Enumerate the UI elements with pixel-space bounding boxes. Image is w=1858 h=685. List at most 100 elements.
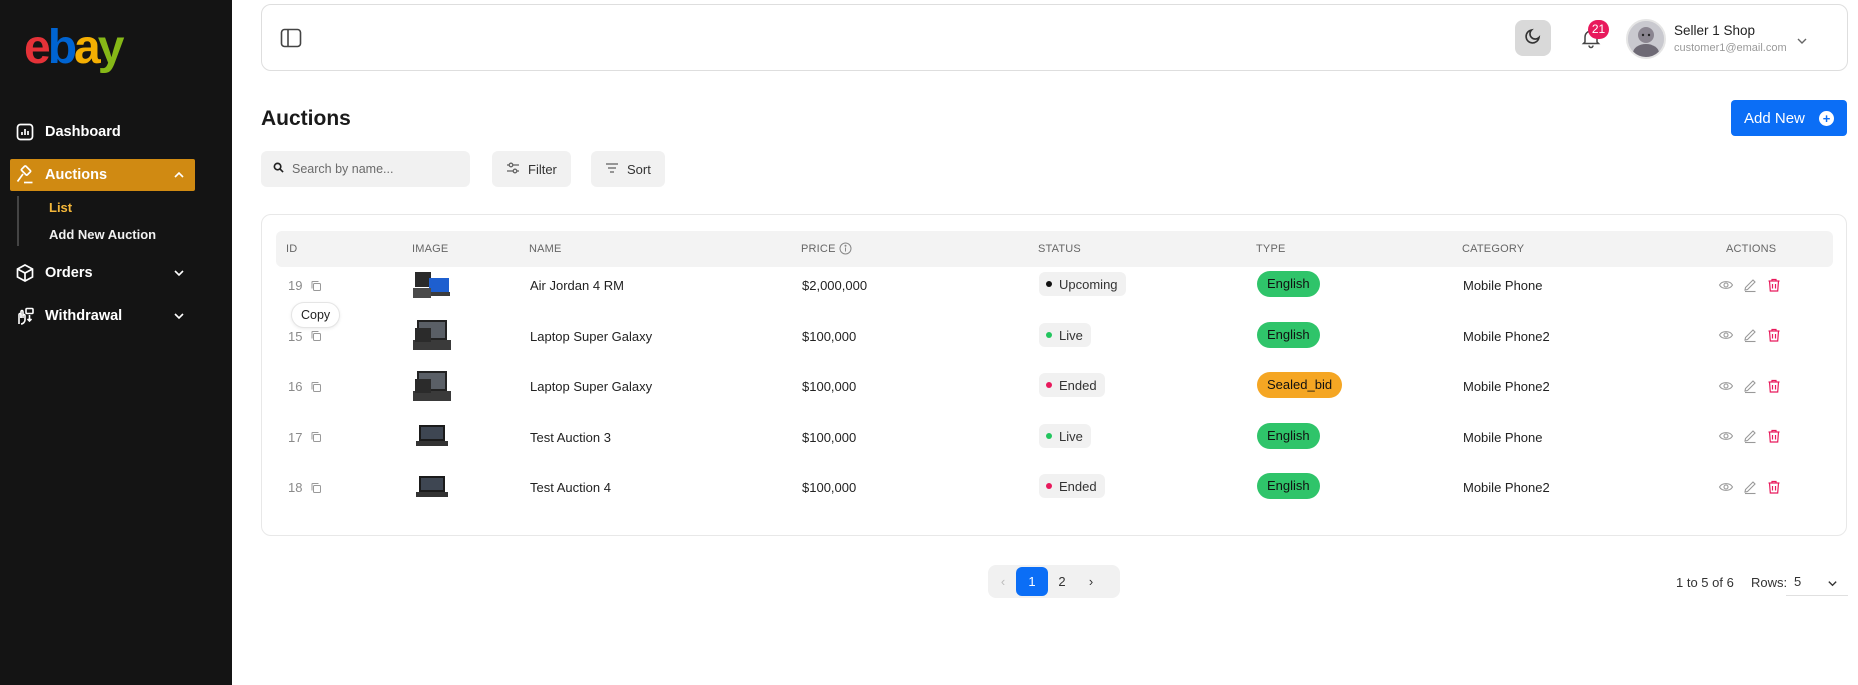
row-price: $100,000 bbox=[802, 329, 857, 344]
trash-icon[interactable] bbox=[1766, 378, 1782, 394]
sidebar-item-orders[interactable]: Orders bbox=[10, 257, 195, 289]
trash-icon[interactable] bbox=[1766, 327, 1782, 343]
status-label: Live bbox=[1059, 428, 1083, 444]
pencil-icon[interactable] bbox=[1742, 378, 1758, 394]
top-header: 21 Seller 1 Shop customer1@email.com bbox=[261, 4, 1848, 71]
column-header-id[interactable]: ID bbox=[286, 243, 297, 255]
status-badge: Upcoming bbox=[1039, 272, 1126, 296]
row-name: Test Auction 3 bbox=[530, 430, 611, 445]
pencil-icon[interactable] bbox=[1742, 327, 1758, 343]
product-thumbnail[interactable] bbox=[413, 369, 451, 405]
sidebar-item-label: Withdrawal bbox=[45, 308, 123, 324]
sidebar-item-withdrawal[interactable]: Withdrawal bbox=[10, 300, 195, 332]
plus-circle-icon: + bbox=[1819, 111, 1834, 126]
sliders-icon bbox=[506, 162, 528, 177]
logo-letter-b: b bbox=[47, 21, 77, 74]
sidebar-item-auctions[interactable]: Auctions bbox=[10, 159, 195, 191]
logo-letter-y: y bbox=[97, 21, 125, 74]
row-price: $2,000,000 bbox=[802, 278, 868, 293]
type-badge: English bbox=[1257, 473, 1320, 499]
column-header-type[interactable]: TYPE bbox=[1256, 243, 1286, 255]
next-page-button[interactable]: › bbox=[1080, 567, 1102, 596]
status-dot bbox=[1046, 281, 1052, 287]
add-new-button[interactable]: Add New + bbox=[1731, 100, 1847, 136]
status-dot bbox=[1046, 433, 1052, 439]
sidebar-item-dashboard[interactable]: Dashboard bbox=[10, 116, 195, 148]
trash-icon[interactable] bbox=[1766, 428, 1782, 444]
copy-icon[interactable] bbox=[310, 430, 322, 442]
row-price: $100,000 bbox=[802, 480, 857, 495]
pagination: ‹ 1 2 › bbox=[988, 565, 1120, 598]
column-header-status[interactable]: STATUS bbox=[1038, 243, 1081, 255]
copy-icon[interactable] bbox=[310, 329, 322, 341]
chevron-down-icon bbox=[1827, 577, 1838, 592]
sidebar: ebay Dashboard Auctions List Add New Auc… bbox=[0, 0, 232, 685]
ebay-logo[interactable]: ebay bbox=[24, 21, 125, 74]
sort-icon bbox=[605, 162, 627, 177]
row-category: Mobile Phone2 bbox=[1463, 480, 1550, 495]
page-1-button[interactable]: 1 bbox=[1016, 567, 1048, 596]
avatar[interactable] bbox=[1626, 19, 1666, 59]
pencil-icon[interactable] bbox=[1742, 277, 1758, 293]
row-id: 15 bbox=[288, 329, 303, 344]
add-new-label: Add New bbox=[1744, 109, 1805, 127]
product-thumbnail[interactable] bbox=[413, 470, 451, 506]
type-badge: English bbox=[1257, 271, 1320, 297]
status-badge: Live bbox=[1039, 424, 1091, 448]
product-thumbnail[interactable] bbox=[413, 318, 451, 354]
row-name: Laptop Super Galaxy bbox=[530, 379, 653, 394]
sidebar-subitem-list[interactable]: List bbox=[49, 200, 72, 215]
auctions-table: ID IMAGE NAME PRICE STATUS TYPE CATEGORY… bbox=[261, 214, 1847, 536]
logo-letter-a: a bbox=[74, 21, 101, 74]
page-2-button[interactable]: 2 bbox=[1050, 567, 1074, 596]
pencil-icon[interactable] bbox=[1742, 428, 1758, 444]
trash-icon[interactable] bbox=[1766, 479, 1782, 495]
table-row: 18 Test Auction 4 $100,000 Ended English… bbox=[262, 462, 1848, 512]
status-dot bbox=[1046, 332, 1052, 338]
product-thumbnail[interactable] bbox=[413, 419, 451, 455]
column-header-price[interactable]: PRICE bbox=[801, 243, 836, 255]
copy-icon[interactable] bbox=[310, 279, 322, 291]
filter-button[interactable]: Filter bbox=[492, 151, 571, 187]
dashboard-icon bbox=[14, 121, 36, 143]
copy-icon[interactable] bbox=[310, 380, 322, 392]
type-badge: English bbox=[1257, 423, 1320, 449]
status-dot bbox=[1046, 483, 1052, 489]
eye-icon[interactable] bbox=[1718, 327, 1734, 343]
logo-letter-e: e bbox=[24, 21, 51, 74]
chevron-down-icon[interactable] bbox=[1796, 34, 1808, 52]
row-category: Mobile Phone2 bbox=[1463, 329, 1550, 344]
sidebar-subitem-add-new-auction[interactable]: Add New Auction bbox=[49, 227, 156, 242]
chevron-down-icon bbox=[173, 266, 185, 284]
eye-icon[interactable] bbox=[1718, 277, 1734, 293]
row-id: 18 bbox=[288, 480, 303, 495]
prev-page-button[interactable]: ‹ bbox=[994, 567, 1012, 596]
rows-per-page-select[interactable]: 5 bbox=[1786, 566, 1848, 596]
panel-toggle-icon[interactable] bbox=[280, 28, 302, 48]
chevron-up-icon bbox=[173, 168, 185, 186]
filter-label: Filter bbox=[528, 161, 557, 177]
eye-icon[interactable] bbox=[1718, 378, 1734, 394]
sidebar-item-label: Orders bbox=[45, 265, 93, 281]
row-price: $100,000 bbox=[802, 379, 857, 394]
row-category: Mobile Phone bbox=[1463, 430, 1543, 445]
eye-icon[interactable] bbox=[1718, 428, 1734, 444]
row-price: $100,000 bbox=[802, 430, 857, 445]
trash-icon[interactable] bbox=[1766, 277, 1782, 293]
row-category: Mobile Phone2 bbox=[1463, 379, 1550, 394]
column-header-category[interactable]: CATEGORY bbox=[1462, 243, 1524, 255]
eye-icon[interactable] bbox=[1718, 479, 1734, 495]
theme-toggle-button[interactable] bbox=[1515, 20, 1551, 56]
search-input[interactable] bbox=[292, 162, 462, 176]
search-icon bbox=[273, 160, 284, 178]
table-row: 16 Laptop Super Galaxy $100,000 Ended Se… bbox=[262, 361, 1848, 411]
row-id: 19 bbox=[288, 278, 303, 293]
row-id: 17 bbox=[288, 430, 303, 445]
sort-button[interactable]: Sort bbox=[591, 151, 665, 187]
status-label: Ended bbox=[1059, 478, 1097, 494]
column-header-name[interactable]: NAME bbox=[529, 243, 562, 255]
pencil-icon[interactable] bbox=[1742, 479, 1758, 495]
info-icon[interactable] bbox=[839, 242, 852, 260]
product-thumbnail[interactable] bbox=[413, 268, 451, 304]
copy-icon[interactable] bbox=[310, 481, 322, 493]
